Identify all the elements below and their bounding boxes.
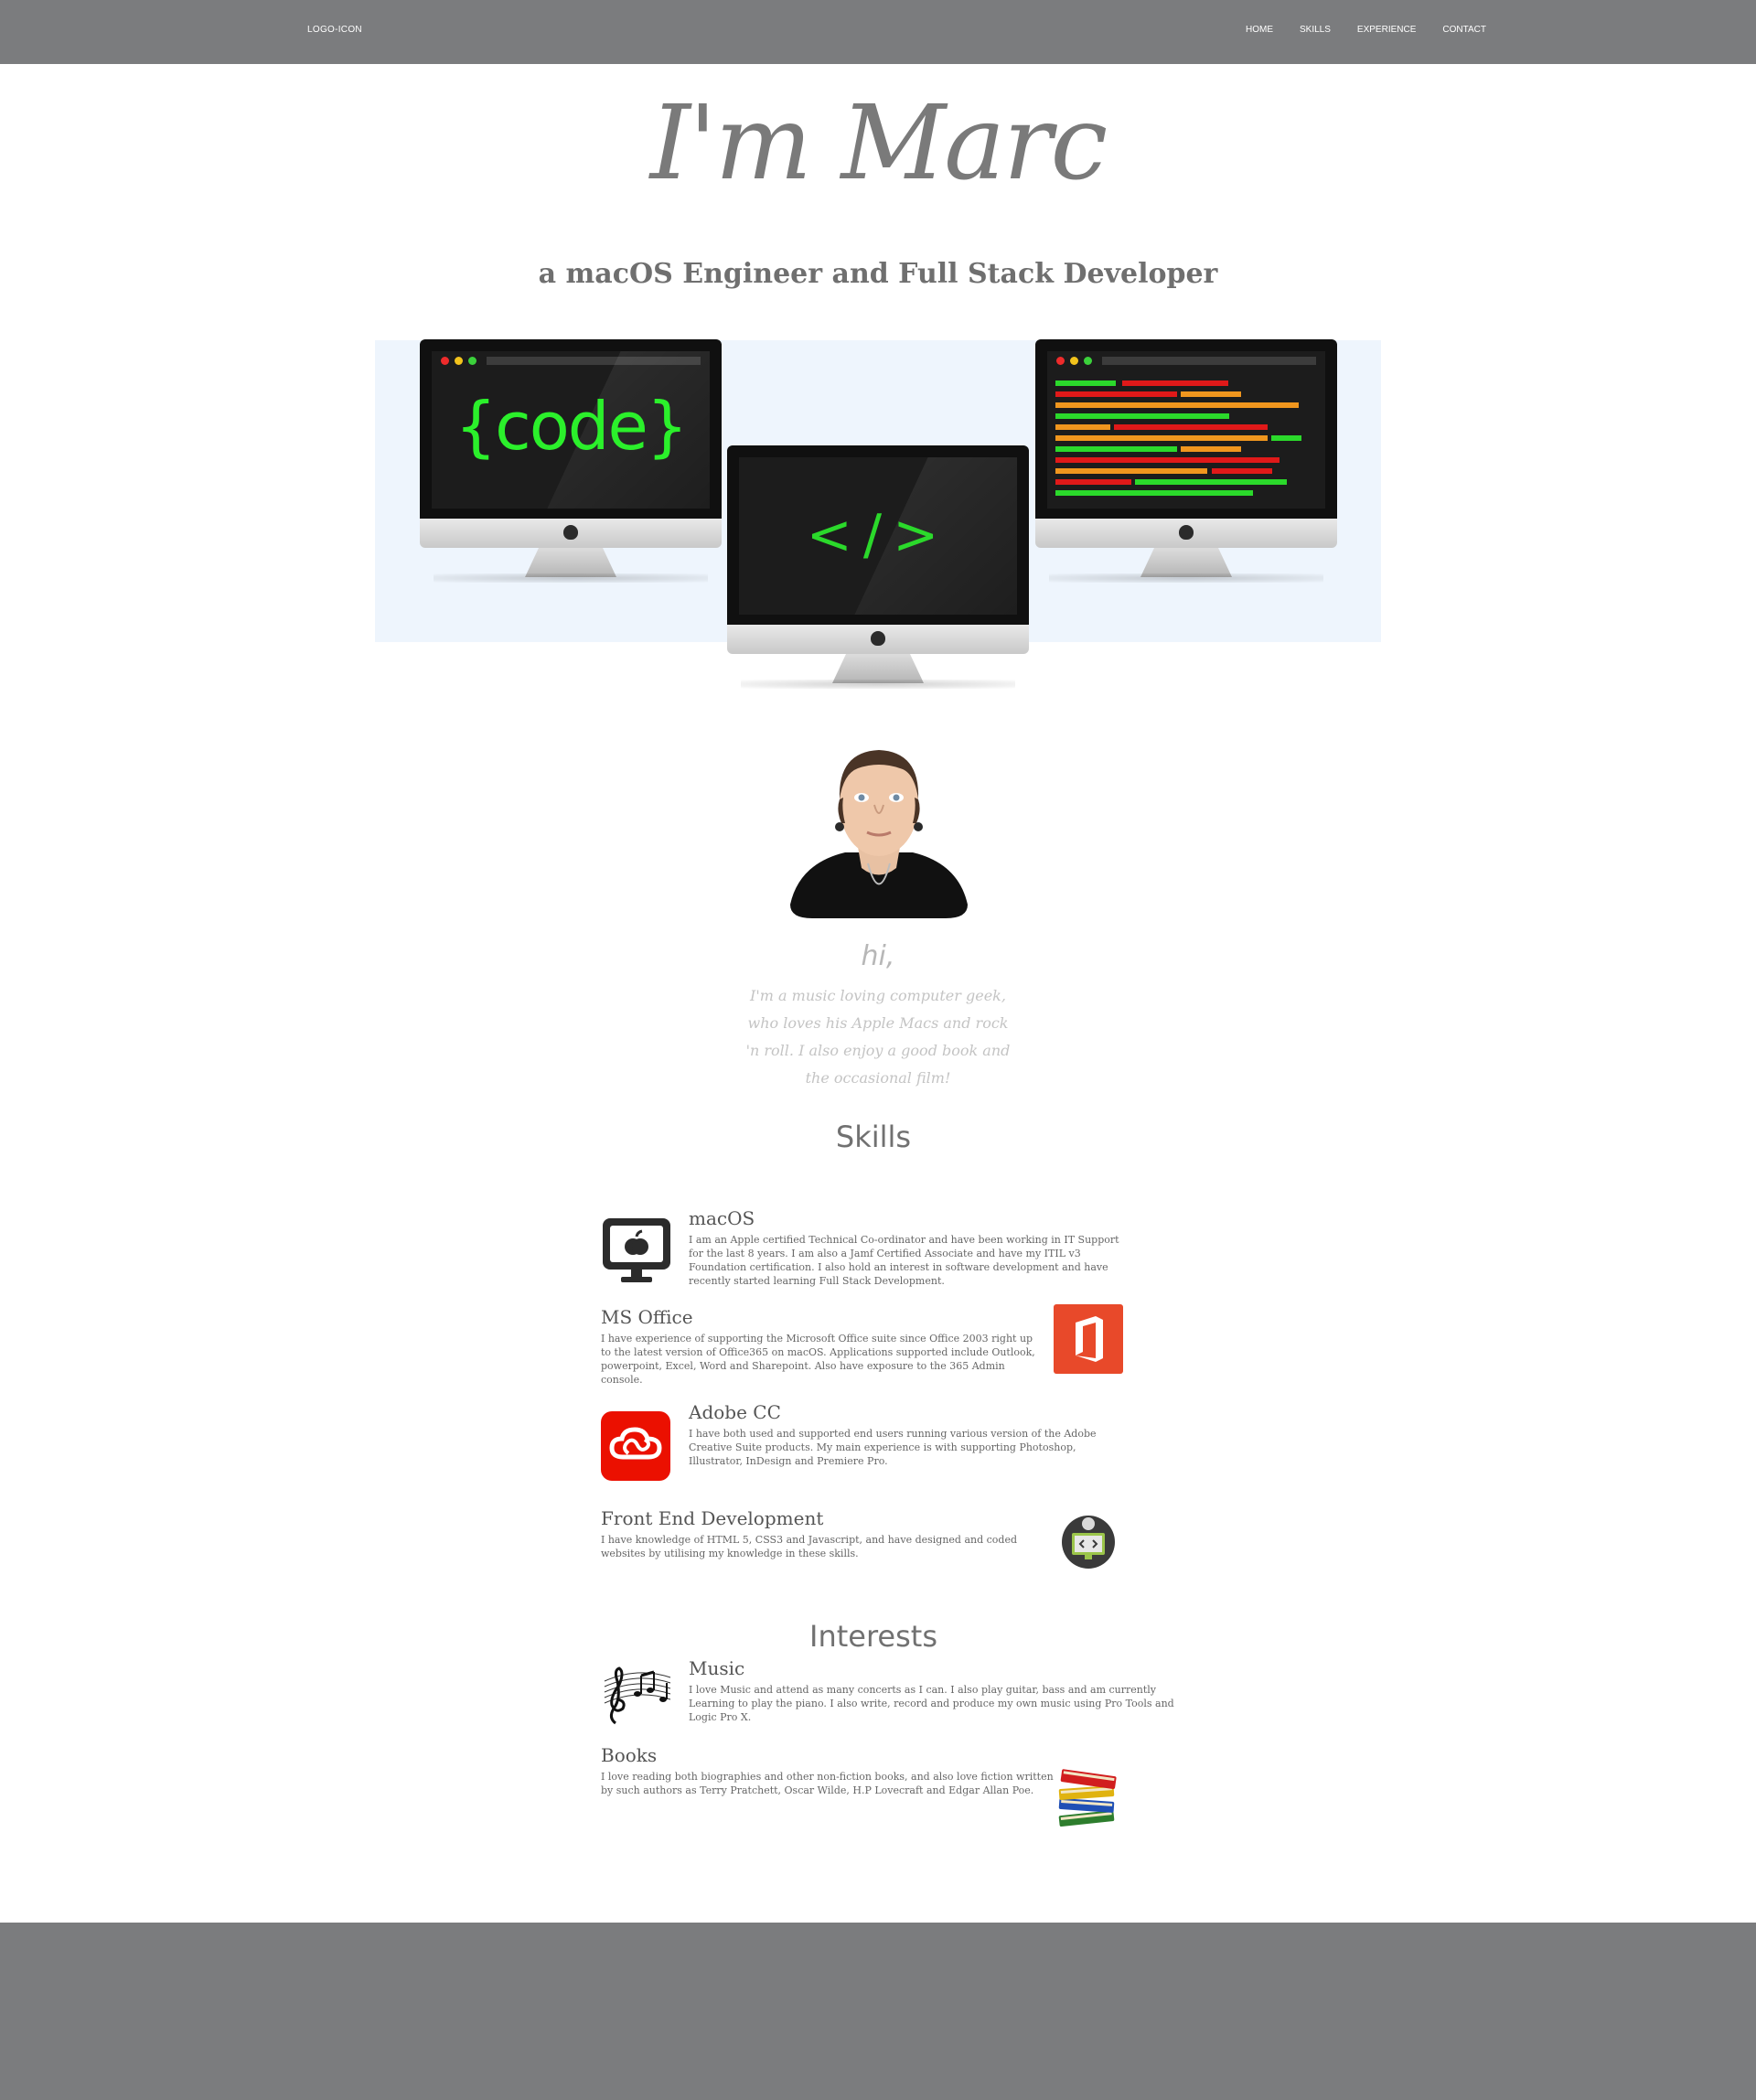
- skill-name: Front End Development: [601, 1507, 824, 1529]
- monitor-screen: [1035, 339, 1337, 519]
- skill-name: macOS: [689, 1207, 755, 1229]
- code-line: [1135, 479, 1287, 485]
- code-line: [1055, 424, 1110, 430]
- monitor-code-lines: [1035, 339, 1337, 586]
- skill-description: I am an Apple certified Technical Co-ord…: [689, 1234, 1119, 1287]
- profile-photo: [790, 750, 968, 918]
- interest-music: Music I love Music and attend as many co…: [689, 1657, 1183, 1724]
- monitor-screen: {code}: [420, 339, 722, 519]
- greeting: hi,: [861, 940, 895, 972]
- top-navbar: LOGO-ICON HOME SKILLS EXPERIENCE CONTACT: [0, 0, 1756, 64]
- skill-adobe-cc: Adobe CC I have both used and supported …: [689, 1401, 1128, 1468]
- code-line: [1212, 468, 1272, 474]
- tag-label: </>: [806, 503, 950, 567]
- logo[interactable]: LOGO-ICON: [307, 25, 362, 35]
- skill-ms-office: MS Office I have experience of supportin…: [601, 1306, 1040, 1387]
- nav-link-contact[interactable]: CONTACT: [1442, 25, 1486, 35]
- close-dot-icon: [1056, 357, 1065, 365]
- nav-link-home[interactable]: HOME: [1246, 25, 1273, 35]
- intro-text: I'm a music loving computer geek, who lo…: [745, 987, 1011, 1087]
- monitor-screen-inner: {code}: [432, 351, 710, 509]
- interest-description: I love reading both biographies and othe…: [601, 1771, 1054, 1796]
- code-line: [1181, 391, 1241, 397]
- adobe-cc-icon: [601, 1411, 670, 1481]
- monitor-screen: </>: [727, 445, 1029, 625]
- code-line: [1055, 402, 1299, 408]
- monitor-shadow: [741, 680, 1015, 689]
- monitor-screen-inner: [1047, 351, 1325, 509]
- code-line: [1114, 424, 1268, 430]
- skill-macos: macOS I am an Apple certified Technical …: [689, 1207, 1128, 1288]
- hero-subtitle: a macOS Engineer and Full Stack Develope…: [538, 258, 1218, 290]
- nav-link-experience[interactable]: EXPERIENCE: [1357, 25, 1416, 35]
- close-dot-icon: [441, 357, 449, 365]
- maximize-dot-icon: [1084, 357, 1092, 365]
- code-line: [1055, 446, 1177, 452]
- skills-title: Skills: [835, 1120, 912, 1154]
- skill-name: Adobe CC: [689, 1401, 781, 1423]
- skill-description: I have knowledge of HTML 5, CSS3 and Jav…: [601, 1534, 1018, 1559]
- monitor-screen-inner: </>: [739, 457, 1017, 615]
- music-notes-icon: [604, 1666, 671, 1725]
- apple-logo-icon: [1179, 525, 1194, 540]
- footer: [0, 1923, 1756, 2100]
- minimize-dot-icon: [1070, 357, 1078, 365]
- code-line: [1271, 435, 1301, 441]
- monitor-code: {code}: [420, 339, 722, 586]
- code-line: [1055, 468, 1207, 474]
- skill-description: I have both used and supported end users…: [689, 1428, 1097, 1467]
- web-dev-icon: [1062, 1516, 1115, 1569]
- nav-links: HOME SKILLS EXPERIENCE CONTACT: [1246, 25, 1513, 35]
- code-line: [1055, 479, 1131, 485]
- monitor-shadow: [434, 573, 708, 583]
- code-line: [1181, 446, 1241, 452]
- code-line: [1055, 490, 1253, 496]
- interest-name: Music: [689, 1657, 745, 1679]
- code-line: [1055, 391, 1177, 397]
- code-line: [1055, 380, 1116, 386]
- window-dots: [441, 357, 476, 365]
- address-bar: [1102, 357, 1316, 365]
- monitor-shadow: [1049, 573, 1323, 583]
- hero-title: I'm Marc: [649, 84, 1108, 203]
- interest-description: I love Music and attend as many concerts…: [689, 1684, 1174, 1723]
- monitor-tag: </>: [727, 445, 1029, 692]
- imac-apple-icon: [603, 1218, 670, 1282]
- interests-title: Interests: [809, 1619, 937, 1654]
- skill-front-end: Front End Development I have knowledge o…: [601, 1507, 1040, 1560]
- maximize-dot-icon: [468, 357, 476, 365]
- interest-name: Books: [601, 1744, 658, 1766]
- skill-description: I have experience of supporting the Micr…: [601, 1333, 1035, 1386]
- office-icon: [1054, 1304, 1123, 1374]
- window-dots: [1056, 357, 1092, 365]
- apple-logo-icon: [871, 631, 885, 646]
- nav-link-skills[interactable]: SKILLS: [1300, 25, 1331, 35]
- apple-logo-icon: [563, 525, 578, 540]
- interest-books: Books I love reading both biographies an…: [601, 1744, 1058, 1797]
- code-label: {code}: [455, 388, 688, 465]
- code-line: [1055, 413, 1229, 419]
- code-line: [1122, 380, 1228, 386]
- books-icon: [1058, 1769, 1117, 1827]
- code-line: [1055, 457, 1280, 463]
- code-line: [1055, 435, 1268, 441]
- skill-name: MS Office: [601, 1306, 693, 1328]
- minimize-dot-icon: [455, 357, 463, 365]
